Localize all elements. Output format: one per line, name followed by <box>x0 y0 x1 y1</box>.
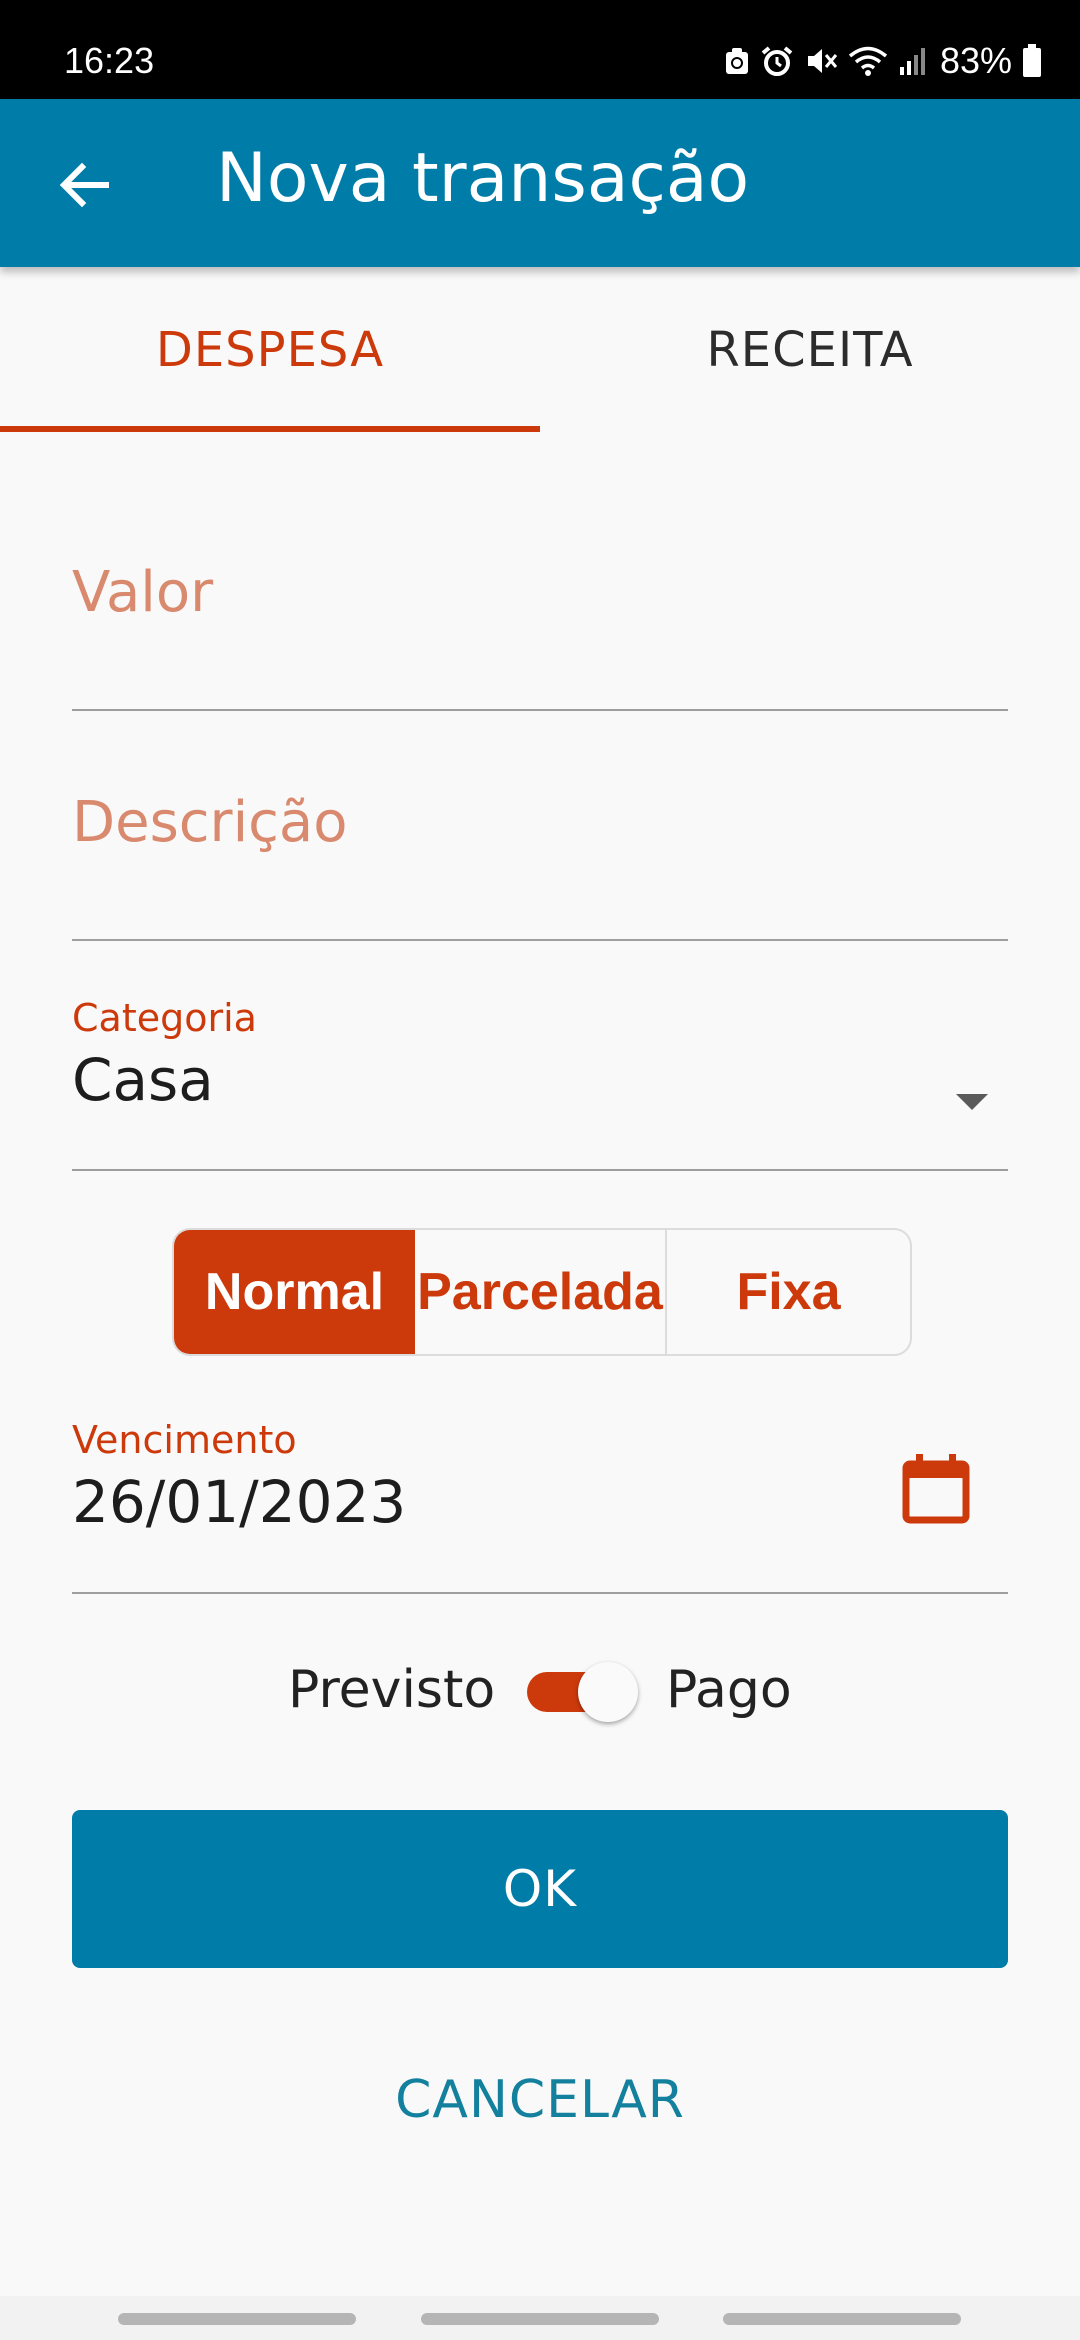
recycle-icon <box>725 48 748 74</box>
descricao-field[interactable]: Descrição <box>72 790 1008 940</box>
alarm-icon <box>761 46 793 76</box>
valor-placeholder: Valor <box>72 560 214 625</box>
back-button[interactable] <box>52 153 116 217</box>
nav-home-button[interactable] <box>421 2313 659 2325</box>
categoria-underline <box>72 1169 1008 1171</box>
vencimento-label: Vencimento <box>72 1418 297 1462</box>
valor-underline <box>72 709 1008 711</box>
calendar-button[interactable] <box>902 1452 970 1524</box>
categoria-dropdown[interactable]: Categoria Casa <box>72 996 1008 1168</box>
pago-label: Pago <box>666 1660 792 1720</box>
tab-despesa[interactable]: DESPESA <box>0 267 540 432</box>
previsto-label: Previsto <box>288 1660 496 1720</box>
categoria-label: Categoria <box>72 996 257 1040</box>
valor-field[interactable]: Valor <box>72 560 1008 710</box>
page-title: Nova transação <box>216 139 750 218</box>
cancel-button[interactable]: CANCELAR <box>72 2056 1008 2144</box>
vencimento-value: 26/01/2023 <box>72 1468 407 1536</box>
tab-receita[interactable]: RECEITA <box>540 267 1080 432</box>
battery-icon <box>1023 44 1041 77</box>
switch-thumb[interactable] <box>578 1662 638 1722</box>
battery-level: 83% <box>939 40 1012 81</box>
status-icons: 83% <box>724 40 1042 82</box>
nav-recents-button[interactable] <box>118 2313 356 2325</box>
type-normal-button[interactable]: Normal <box>174 1230 415 1354</box>
wifi-icon <box>848 46 888 76</box>
status-bar: 16:23 83% <box>0 0 1080 99</box>
calendar-icon <box>902 1454 970 1524</box>
transaction-type-selector: Normal Parcelada Fixa <box>172 1228 912 1356</box>
ok-button[interactable]: OK <box>72 1810 1008 1968</box>
app-bar: Nova transação <box>0 99 1080 267</box>
descricao-placeholder: Descrição <box>72 790 348 855</box>
type-fixa-button[interactable]: Fixa <box>667 1230 910 1354</box>
mute-icon <box>807 49 838 73</box>
nav-back-button[interactable] <box>723 2313 961 2325</box>
vencimento-underline <box>72 1592 1008 1594</box>
descricao-underline <box>72 939 1008 941</box>
tab-indicator <box>0 426 540 432</box>
vencimento-field[interactable]: Vencimento 26/01/2023 <box>72 1418 1008 1590</box>
signal-icon <box>899 48 925 75</box>
arrow-left-icon <box>59 162 109 208</box>
categoria-value: Casa <box>72 1046 214 1114</box>
chevron-down-icon[interactable] <box>956 1094 988 1110</box>
type-parcelada-button[interactable]: Parcelada <box>415 1230 667 1354</box>
status-time: 16:23 <box>64 40 155 81</box>
